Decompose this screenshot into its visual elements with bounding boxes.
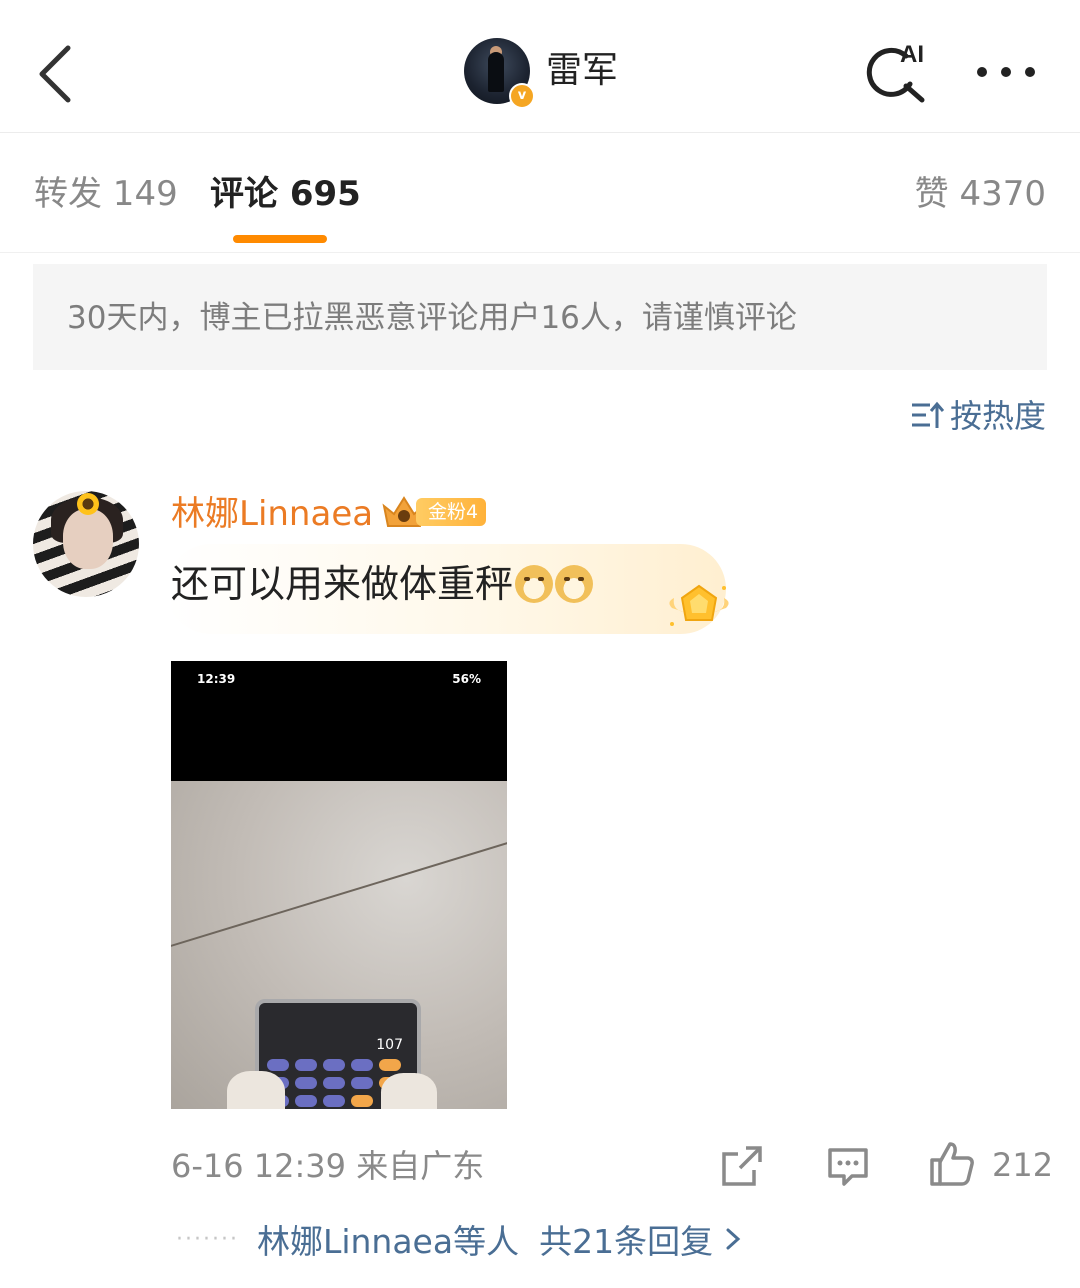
active-tab-indicator: [233, 235, 327, 243]
notice-text: 30天内，博主已拉黑恶意评论用户16人，请谨慎评论: [67, 300, 797, 336]
sort-icon: [911, 401, 945, 428]
reply-total: 共21条回复: [539, 1222, 714, 1261]
gold-medal-icon: [669, 584, 729, 626]
reply-connector-dots: ·······: [176, 1226, 239, 1252]
image-battery: 56%: [452, 672, 481, 686]
tab-repost[interactable]: 转发 149: [34, 172, 178, 216]
comment-icon: [828, 1148, 868, 1186]
ai-search-icon: AI: [866, 41, 925, 103]
more-button[interactable]: [974, 54, 1038, 90]
ai-label: AI: [900, 41, 924, 68]
ai-search-button[interactable]: AI: [862, 40, 934, 104]
author-name[interactable]: 雷军: [546, 48, 618, 94]
like-icon: [930, 1142, 974, 1186]
sort-button[interactable]: 按热度: [910, 394, 1046, 438]
comment-text-content: 还可以用来做体重秤: [171, 562, 514, 606]
commenter-avatar[interactable]: [33, 491, 139, 597]
image-status-time: 12:39: [197, 672, 236, 686]
comment-meta: 6-16 12:39 来自广东: [171, 1147, 485, 1185]
notice-banner: 30天内，博主已拉黑恶意评论用户16人，请谨慎评论: [33, 264, 1047, 370]
tab-like[interactable]: 赞 4370: [915, 172, 1046, 216]
doge-emoji-icon: [515, 565, 554, 603]
reply-button[interactable]: [826, 1144, 870, 1188]
chevron-right-icon: [726, 1228, 741, 1250]
like-count: 212: [992, 1146, 1054, 1184]
share-button[interactable]: [720, 1144, 764, 1188]
tab-comment[interactable]: 评论 695: [210, 172, 361, 216]
comment-text: 还可以用来做体重秤: [171, 558, 594, 610]
reply-names: 林娜Linnaea等人: [256, 1222, 520, 1261]
back-button[interactable]: [30, 38, 90, 108]
sort-label: 按热度: [949, 397, 1046, 435]
tab-bar: 转发 149 评论 695 赞 4370: [0, 132, 1080, 253]
image-status-bar: 12:39 56%: [171, 661, 507, 781]
comment-image[interactable]: 12:39 56% 107: [171, 661, 507, 1109]
more-icon: [977, 67, 1035, 77]
image-calculator-value: 107: [376, 1037, 403, 1053]
back-arrow-icon: [39, 45, 71, 103]
like-button[interactable]: 212: [928, 1140, 1053, 1190]
commenter-name[interactable]: 林娜Linnaea: [171, 492, 373, 536]
doge-emoji-icon: [555, 565, 594, 603]
top-bar: v 雷军 AI: [0, 0, 1080, 133]
view-replies-link[interactable]: ······· 林娜Linnaea等人 共21条回复: [176, 1215, 743, 1265]
fan-badge-label: 金粉4: [416, 498, 487, 526]
verified-icon: v: [509, 83, 535, 109]
share-icon: [722, 1146, 762, 1186]
